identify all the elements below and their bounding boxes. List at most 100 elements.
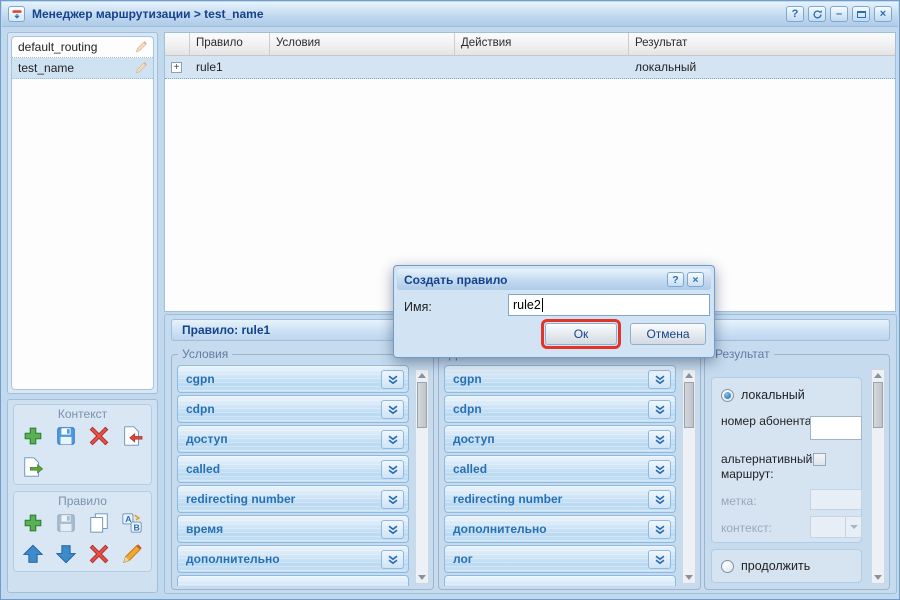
tag-input[interactable]	[810, 489, 862, 510]
dialog-close-button[interactable]: ×	[687, 272, 704, 287]
scrollbar-thumb[interactable]	[684, 382, 694, 428]
chevron-double-down-icon[interactable]	[381, 550, 404, 569]
chevron-double-down-icon[interactable]	[648, 400, 671, 419]
chevron-double-down-icon[interactable]	[381, 460, 404, 479]
rule-copy-button[interactable]	[87, 511, 111, 535]
dialog-title: Создать правило	[404, 272, 508, 287]
context-select[interactable]	[810, 516, 862, 538]
action-bar-access[interactable]: доступ	[444, 425, 676, 453]
action-bar-cgpn[interactable]: cgpn	[444, 365, 676, 393]
scroll-down-icon[interactable]	[683, 572, 695, 583]
chevron-double-down-icon[interactable]	[381, 370, 404, 389]
result-option-continue[interactable]: продолжить	[711, 549, 862, 583]
rule-name-input[interactable]: rule2	[508, 294, 710, 316]
table-row-rule1[interactable]: + rule1 локальный	[165, 56, 895, 79]
column-rule[interactable]: Правило	[190, 33, 270, 55]
save-icon	[57, 427, 75, 445]
conditions-fieldset: Условия cgpn cdpn доступ called redirect…	[171, 347, 434, 590]
context-item-test-name[interactable]: test_name	[12, 58, 153, 79]
action-bar-additional[interactable]: дополнительно	[444, 515, 676, 543]
context-import-button[interactable]	[120, 424, 144, 448]
dialog-help-button[interactable]: ?	[667, 272, 684, 287]
context-add-button[interactable]	[21, 424, 45, 448]
action-bar-cdpn[interactable]: cdpn	[444, 395, 676, 423]
minimize-button[interactable]: –	[830, 6, 848, 22]
condition-bar-partial[interactable]	[177, 575, 409, 586]
action-bar-redirecting-number[interactable]: redirecting number	[444, 485, 676, 513]
condition-bar-time[interactable]: время	[177, 515, 409, 543]
result-option-local[interactable]: локальный номер абонента: альтернативный…	[711, 377, 862, 543]
chevron-down-icon[interactable]	[845, 517, 861, 537]
rule-move-down-button[interactable]	[54, 542, 78, 566]
scroll-up-icon[interactable]	[683, 370, 695, 381]
actions-scrollbar[interactable]	[682, 369, 696, 584]
chevron-double-down-icon[interactable]	[381, 400, 404, 419]
rule-save-button[interactable]	[54, 511, 78, 535]
chevron-double-down-icon[interactable]	[648, 460, 671, 479]
subscriber-number-input[interactable]	[810, 416, 862, 440]
edit-pencil-icon[interactable]	[134, 61, 148, 78]
context-export-button[interactable]	[21, 455, 45, 479]
ok-button[interactable]: Ок	[545, 323, 617, 345]
rule-add-button[interactable]	[21, 511, 45, 535]
column-conditions[interactable]: Условия	[270, 33, 455, 55]
rule-move-up-button[interactable]	[21, 542, 45, 566]
condition-bar-access[interactable]: доступ	[177, 425, 409, 453]
conditions-scrollbar[interactable]	[415, 369, 429, 584]
condition-bar-cgpn[interactable]: cgpn	[177, 365, 409, 393]
maximize-button[interactable]	[852, 6, 870, 22]
action-bar-called[interactable]: called	[444, 455, 676, 483]
chevron-double-down-icon[interactable]	[648, 430, 671, 449]
chevron-double-down-icon[interactable]	[381, 520, 404, 539]
refresh-button[interactable]	[808, 6, 826, 22]
create-rule-dialog: Создать правило ? × Имя: rule2 Ок Отмена	[393, 265, 715, 358]
chevron-double-down-icon[interactable]	[648, 520, 671, 539]
chevron-double-down-icon[interactable]	[648, 550, 671, 569]
maximize-icon	[856, 10, 866, 18]
condition-bar-called[interactable]: called	[177, 455, 409, 483]
chevron-double-down-icon[interactable]	[381, 490, 404, 509]
chevron-double-down-icon[interactable]	[381, 430, 404, 449]
condition-bar-cdpn[interactable]: cdpn	[177, 395, 409, 423]
action-bar-log[interactable]: лог	[444, 545, 676, 573]
column-actions[interactable]: Действия	[455, 33, 629, 55]
scrollbar-thumb[interactable]	[873, 382, 883, 428]
scroll-down-icon[interactable]	[872, 572, 884, 583]
context-delete-button[interactable]	[87, 424, 111, 448]
delete-icon	[89, 544, 109, 564]
close-button[interactable]: ×	[874, 6, 892, 22]
save-icon	[57, 514, 75, 532]
result-fieldset: Результат локальный номер абонента: альт…	[704, 347, 890, 590]
scroll-up-icon[interactable]	[872, 370, 884, 381]
delete-icon	[89, 426, 109, 446]
context-list: default_routing test_name	[11, 36, 154, 390]
rule-rename-button[interactable]: AB	[120, 511, 144, 535]
context-item-default-routing[interactable]: default_routing	[12, 37, 153, 58]
result-scrollbar[interactable]	[871, 369, 885, 584]
chevron-double-down-icon[interactable]	[648, 370, 671, 389]
cancel-button[interactable]: Отмена	[630, 323, 706, 345]
expand-row-icon[interactable]: +	[171, 61, 182, 73]
rename-icon: AB	[122, 513, 142, 533]
radio-local-label: локальный	[741, 388, 805, 402]
rule-edit-button[interactable]	[120, 542, 144, 566]
rule-name-value: rule2	[513, 298, 541, 312]
alt-route-checkbox[interactable]	[813, 453, 826, 466]
scroll-down-icon[interactable]	[416, 572, 428, 583]
edit-pencil-icon[interactable]	[134, 40, 148, 57]
action-bar-partial[interactable]	[444, 575, 676, 586]
export-icon	[24, 457, 44, 477]
scroll-up-icon[interactable]	[416, 370, 428, 381]
scrollbar-thumb[interactable]	[417, 382, 427, 428]
column-expand	[165, 33, 190, 55]
radio-local[interactable]	[721, 388, 734, 402]
help-button[interactable]: ?	[786, 6, 804, 22]
radio-continue[interactable]	[721, 559, 734, 573]
condition-bar-redirecting-number[interactable]: redirecting number	[177, 485, 409, 513]
rule-delete-button[interactable]	[87, 542, 111, 566]
context-save-button[interactable]	[54, 424, 78, 448]
condition-bar-additional[interactable]: дополнительно	[177, 545, 409, 573]
chevron-double-down-icon[interactable]	[648, 490, 671, 509]
tag-label: метка:	[721, 494, 757, 508]
column-result[interactable]: Результат	[629, 33, 895, 55]
